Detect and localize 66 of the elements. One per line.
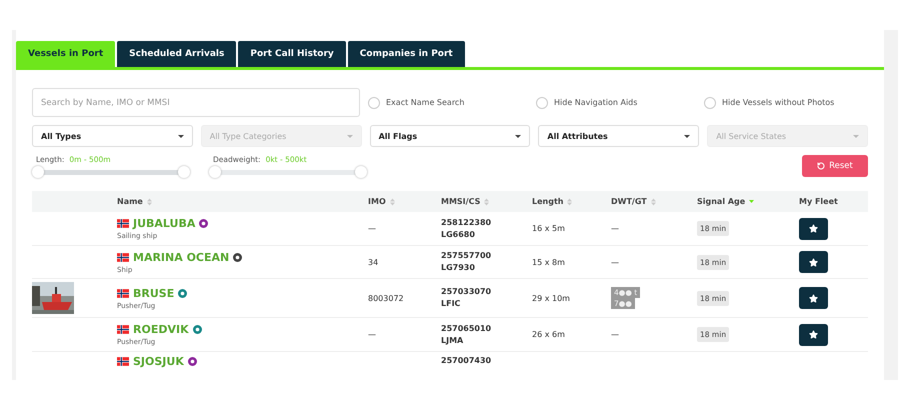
reset-icon bbox=[817, 162, 826, 170]
tab[interactable]: Vessels in Port bbox=[16, 41, 116, 67]
sort-icon bbox=[567, 198, 572, 206]
option-label: Exact Name Search bbox=[386, 98, 464, 107]
table-cell: — bbox=[368, 330, 376, 339]
mmsi-cell-text: 257007430 bbox=[441, 355, 492, 367]
callsign-cell-text: LFIC bbox=[441, 298, 462, 310]
column-header[interactable]: Length bbox=[532, 197, 564, 206]
table-cell: — bbox=[611, 330, 619, 339]
sort-icon bbox=[146, 198, 152, 206]
search-field[interactable]: Search by Name, IMO or MMSI bbox=[32, 88, 360, 117]
table-cell: 8003072 bbox=[368, 294, 404, 302]
flag-icon bbox=[117, 357, 129, 366]
callsign-cell-text: LG7930 bbox=[441, 262, 476, 274]
option-label: Hide Vessels without Photos bbox=[722, 98, 834, 107]
flag-icon bbox=[117, 325, 129, 334]
tab[interactable]: Port Call History bbox=[238, 41, 346, 67]
table-cell: 26 x 6m bbox=[532, 330, 565, 339]
reset-button[interactable]: Reset bbox=[802, 155, 868, 177]
column-header[interactable]: Signal Age bbox=[697, 197, 746, 206]
mmsi-cell-text: 257557700 bbox=[441, 250, 492, 262]
sort-icon bbox=[650, 198, 656, 206]
radio-button[interactable] bbox=[704, 96, 716, 108]
table-cell: 29 x 10m bbox=[532, 294, 570, 302]
fleet-button[interactable] bbox=[799, 218, 828, 240]
slider-handle[interactable] bbox=[355, 166, 367, 178]
sort-icon bbox=[749, 198, 754, 206]
callsign-cell-text: LJMA bbox=[441, 334, 464, 346]
table-cell: — bbox=[611, 224, 619, 233]
mmsi-cell-text: 258122380 bbox=[441, 216, 492, 228]
table-cell: 16 x 5m bbox=[532, 224, 565, 233]
star-icon bbox=[809, 330, 818, 339]
tab[interactable]: Scheduled Arrivals bbox=[117, 41, 236, 67]
slider-handle[interactable] bbox=[178, 166, 190, 178]
star-icon bbox=[809, 294, 818, 302]
dropdown[interactable]: All Flags bbox=[370, 125, 530, 147]
column-header[interactable]: DWT/GT bbox=[611, 197, 647, 206]
column-header[interactable]: IMO bbox=[368, 197, 386, 206]
dropdown[interactable]: All Types bbox=[32, 125, 193, 147]
star-icon bbox=[809, 224, 818, 233]
flag-icon bbox=[117, 288, 129, 298]
dropdown[interactable]: All Attributes bbox=[538, 125, 700, 147]
sort-icon bbox=[390, 198, 395, 206]
column-header[interactable]: MMSI/CS bbox=[441, 197, 480, 206]
mmsi-cell-text: 257065010 bbox=[441, 322, 492, 334]
fleet-button[interactable] bbox=[799, 287, 828, 309]
column-header[interactable]: My Fleet bbox=[799, 197, 838, 206]
mmsi-cell-text: 257033070 bbox=[441, 286, 492, 298]
table-cell: — bbox=[611, 258, 619, 266]
callsign-cell-text: LG6680 bbox=[441, 228, 476, 240]
column-header[interactable]: Name bbox=[117, 197, 143, 206]
slider-handle[interactable] bbox=[32, 166, 44, 178]
flag-icon bbox=[117, 252, 129, 262]
table-cell: 15 x 8m bbox=[532, 258, 565, 266]
flag-icon bbox=[117, 219, 129, 228]
tab[interactable]: Companies in Port bbox=[348, 41, 465, 67]
fleet-button[interactable] bbox=[799, 324, 828, 346]
table-cell: — bbox=[368, 224, 376, 233]
fleet-button[interactable] bbox=[799, 251, 828, 273]
slider-handle[interactable] bbox=[209, 166, 221, 178]
option-label: Hide Navigation Aids bbox=[554, 98, 638, 107]
radio-button[interactable] bbox=[536, 96, 548, 108]
star-icon bbox=[809, 258, 818, 266]
table-cell: 34 bbox=[368, 258, 378, 266]
radio-button[interactable] bbox=[368, 96, 380, 108]
sort-icon bbox=[484, 198, 490, 206]
